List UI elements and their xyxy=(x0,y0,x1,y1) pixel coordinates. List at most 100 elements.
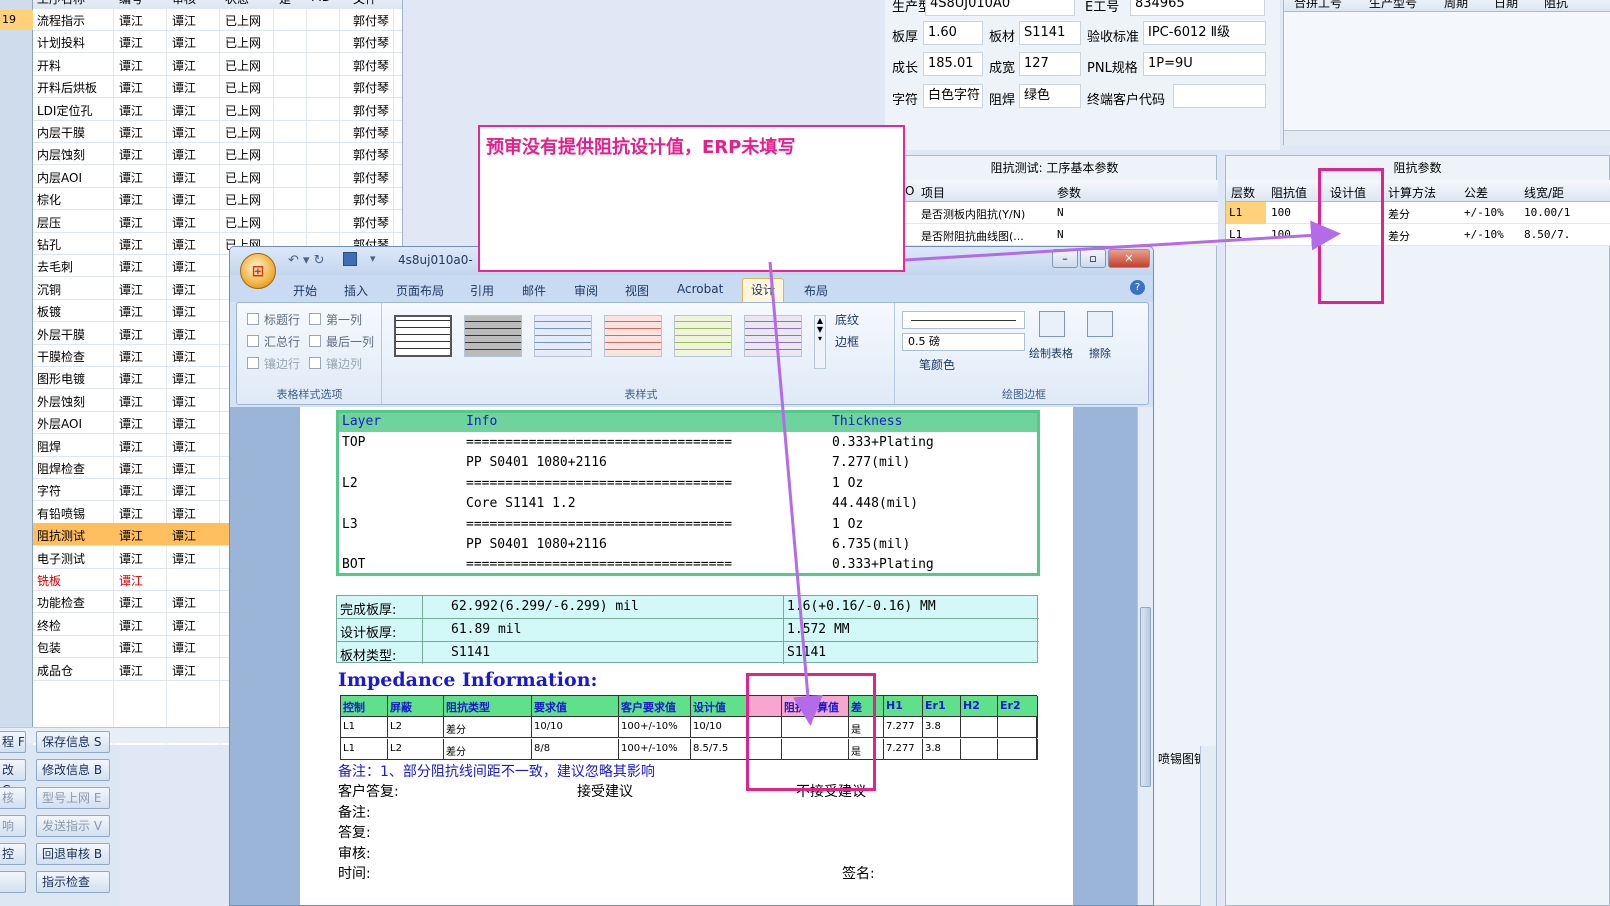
merge-grid-scrollbar[interactable] xyxy=(1284,130,1610,145)
shading-button[interactable]: 底纹 xyxy=(835,311,859,328)
eng-field[interactable]: 834965 xyxy=(1130,0,1265,16)
impedance-cell[interactable]: 差分 xyxy=(444,717,532,738)
document-vertical-scrollbar[interactable] xyxy=(1137,407,1153,905)
params-row[interactable]: 是否附阻抗曲线图(... N xyxy=(893,224,1218,246)
impedance-cell[interactable] xyxy=(998,738,1038,760)
tab-layout[interactable]: 布局 xyxy=(796,280,836,301)
draw-table-label[interactable]: 绘制表格 xyxy=(1029,345,1073,361)
model-field[interactable]: 4S8UJ010A0 xyxy=(925,0,1075,16)
process-row[interactable]: 流程指示 谭江 谭江 已上网 郭付琴 xyxy=(33,8,402,31)
borders-button[interactable]: 边框 xyxy=(835,333,859,350)
first-column-checkbox[interactable]: 第一列 xyxy=(309,311,362,328)
tab-home[interactable]: 开始 xyxy=(285,280,325,301)
left-action-button[interactable]: 发送指示 V xyxy=(36,815,110,837)
left-stub-button[interactable]: 改 C xyxy=(0,759,26,797)
process-row[interactable]: 内层蚀刻 谭江 谭江 已上网 郭付琴 xyxy=(33,142,402,166)
mid-panel-scrollbar[interactable] xyxy=(1200,746,1216,906)
imp-params-row[interactable]: L1 100 差分 +/-10% 10.00/1 xyxy=(1226,202,1610,224)
impedance-cell[interactable]: 8/8 xyxy=(532,738,619,760)
undo-icon[interactable]: ↶ ▾ ↻ xyxy=(288,253,325,268)
table-style-dark[interactable] xyxy=(464,315,522,357)
left-stub-button[interactable]: 响 xyxy=(0,815,26,837)
impedance-cell[interactable] xyxy=(961,717,998,738)
help-icon[interactable]: ? xyxy=(1130,280,1145,295)
process-row[interactable]: 内层AOI 谭江 谭江 已上网 郭付琴 xyxy=(33,165,402,188)
left-action-button[interactable]: 保存信息 S xyxy=(36,731,110,753)
tab-mailings[interactable]: 邮件 xyxy=(514,280,554,301)
impedance-cell[interactable]: 100+/-10% xyxy=(619,717,691,738)
table-style-green[interactable] xyxy=(674,315,732,357)
eraser-icon[interactable] xyxy=(1087,311,1113,337)
document-page[interactable]: Layer Info Thickness TOP ================… xyxy=(300,407,1073,905)
params-row[interactable]: 是否测板内阻抗(Y/N) N xyxy=(893,202,1218,224)
mask-field[interactable]: 绿色 xyxy=(1019,84,1081,108)
styles-scroll[interactable]: ▲ ▼ ▾ xyxy=(814,315,826,369)
process-row[interactable]: 层压 谭江 谭江 已上网 郭付琴 xyxy=(33,210,402,233)
banded-rows-checkbox[interactable]: 镶边行 xyxy=(247,355,300,372)
table-style-grid[interactable] xyxy=(394,315,452,357)
left-action-button[interactable]: 回退审核 B xyxy=(36,843,110,865)
tab-insert[interactable]: 插入 xyxy=(336,280,376,301)
tab-acrobat[interactable]: Acrobat xyxy=(669,280,731,298)
selected-row-indicator[interactable]: 19 xyxy=(0,10,33,30)
draw-table-icon[interactable] xyxy=(1039,311,1065,337)
banded-columns-checkbox[interactable]: 镶边列 xyxy=(309,355,362,372)
impedance-cell[interactable]: 100+/-10% xyxy=(619,738,691,760)
header-row-checkbox[interactable]: 标题行 xyxy=(247,311,300,328)
tab-design[interactable]: 设计 xyxy=(742,278,785,302)
length-field[interactable]: 185.01 xyxy=(923,52,983,76)
line-style-select[interactable] xyxy=(902,311,1025,329)
process-row[interactable]: 计划投料 谭江 谭江 已上网 郭付琴 xyxy=(33,30,402,54)
table-style-red[interactable] xyxy=(604,315,662,357)
impedance-cell[interactable]: L1 xyxy=(341,738,388,760)
impedance-cell[interactable]: 3.8 xyxy=(923,717,961,738)
scroll-thumb[interactable] xyxy=(1140,607,1151,787)
tab-review[interactable]: 审阅 xyxy=(566,280,606,301)
customer-code-field[interactable] xyxy=(1173,84,1266,108)
process-row[interactable]: 内层干膜 谭江 谭江 已上网 郭付琴 xyxy=(33,120,402,143)
office-button-icon[interactable]: ⊞ xyxy=(240,253,276,289)
line-weight-select[interactable]: 0.5 磅 xyxy=(902,333,1025,351)
pen-color-button[interactable]: 笔颜色 xyxy=(919,356,955,373)
standard-field[interactable]: IPC-6012 Ⅱ级 xyxy=(1143,21,1266,45)
impedance-cell[interactable]: 8.5/7.5 xyxy=(691,738,749,760)
impedance-cell[interactable]: L2 xyxy=(388,717,444,738)
impedance-cell[interactable]: 3.8 xyxy=(923,738,961,760)
table-style-purple[interactable] xyxy=(744,315,802,357)
process-row[interactable]: 开料 谭江 谭江 已上网 郭付琴 xyxy=(33,53,402,76)
thick-field[interactable]: 1.60 xyxy=(923,21,983,45)
tab-page-layout[interactable]: 页面布局 xyxy=(388,280,452,301)
impedance-cell[interactable]: 7.277 xyxy=(884,717,923,738)
imp-params-row[interactable]: L1 100 差分 +/-10% 8.50/7. xyxy=(1226,224,1610,246)
left-stub-button[interactable]: 程 F xyxy=(0,731,26,753)
left-action-button[interactable]: 型号上网 E xyxy=(36,787,110,809)
left-action-button[interactable]: 指示检查 xyxy=(36,871,110,893)
close-icon[interactable]: ✕ xyxy=(1108,249,1150,268)
impedance-cell[interactable]: 7.277 xyxy=(884,738,923,760)
impedance-cell[interactable]: L1 xyxy=(341,717,388,738)
left-action-button[interactable]: 修改信息 B xyxy=(36,759,110,781)
tab-view[interactable]: 视图 xyxy=(617,280,657,301)
maximize-icon[interactable]: ▫ xyxy=(1080,249,1106,268)
impedance-cell[interactable] xyxy=(998,717,1038,738)
qat-more-icon[interactable]: ▾ xyxy=(370,252,376,265)
table-style-blue[interactable] xyxy=(534,315,592,357)
left-stub-button[interactable] xyxy=(0,871,26,893)
process-row[interactable]: 棕化 谭江 谭江 已上网 郭付琴 xyxy=(33,187,402,211)
impedance-cell[interactable]: 10/10 xyxy=(532,717,619,738)
material-field[interactable]: S1141 xyxy=(1019,21,1081,45)
impedance-cell[interactable]: 差分 xyxy=(444,738,532,760)
impedance-cell[interactable]: L2 xyxy=(388,738,444,760)
accept-option[interactable]: 接受建议 xyxy=(577,781,633,801)
tab-references[interactable]: 引用 xyxy=(462,280,502,301)
width-field[interactable]: 127 xyxy=(1019,52,1081,76)
total-row-checkbox[interactable]: 汇总行 xyxy=(247,333,300,350)
impedance-cell[interactable]: 10/10 xyxy=(691,717,749,738)
left-stub-button[interactable]: 核 xyxy=(0,787,26,809)
left-stub-button[interactable]: 控 xyxy=(0,843,26,865)
save-icon[interactable] xyxy=(343,252,357,266)
impedance-cell[interactable] xyxy=(961,738,998,760)
process-row[interactable]: LDI定位孔 谭江 谭江 已上网 郭付琴 xyxy=(33,98,402,121)
eraser-label[interactable]: 擦除 xyxy=(1089,345,1111,361)
last-column-checkbox[interactable]: 最后一列 xyxy=(309,333,374,350)
